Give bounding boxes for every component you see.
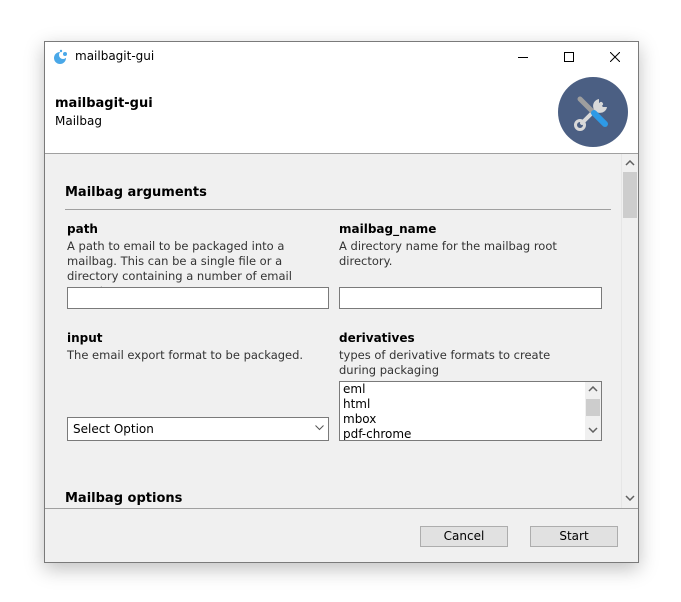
tools-icon [558,77,628,147]
minimize-icon [518,57,528,58]
form-scroll-area[interactable]: Mailbag arguments path A path to email t… [45,154,638,509]
minimize-button[interactable] [500,42,546,72]
chevron-down-icon[interactable] [588,427,598,433]
chevron-down-icon[interactable] [625,495,635,501]
mailbag-name-label: mailbag_name [339,222,437,236]
input-format-select[interactable]: Select Option [67,417,329,441]
input-label: input [67,331,103,345]
window-title: mailbagit-gui [75,49,155,63]
derivatives-listbox[interactable]: eml html mbox pdf-chrome [339,381,602,441]
derivatives-description: types of derivative formats to create du… [339,348,551,377]
maximize-button[interactable] [546,42,592,72]
section-title-arguments: Mailbag arguments [65,185,207,200]
form-scroll-thumb[interactable] [623,172,637,218]
title-bar[interactable]: mailbagit-gui [45,42,638,72]
list-item[interactable]: html [340,397,601,412]
header-subtitle: Mailbag [55,114,102,128]
list-item[interactable]: pdf-chrome [340,427,601,440]
header: mailbagit-gui Mailbag [45,72,638,154]
path-label: path [67,222,98,236]
mailbag-name-input[interactable] [339,287,602,309]
input-description: The email export format to be packaged. [67,348,304,362]
chevron-up-icon[interactable] [625,160,635,166]
chevron-up-icon[interactable] [588,386,598,392]
section-title-options: Mailbag options [65,491,183,506]
footer: Cancel Start [45,509,638,562]
list-item[interactable]: mbox [340,412,601,427]
close-icon [610,52,620,62]
input-select-value: Select Option [73,422,154,436]
mailbag-name-description: A directory name for the mailbag root di… [339,239,557,268]
maximize-icon [564,52,574,62]
form-scrollbar[interactable] [621,154,638,508]
close-button[interactable] [592,42,638,72]
listbox-scrollbar[interactable] [585,382,601,440]
section-divider [65,209,611,210]
list-item[interactable]: eml [340,382,601,397]
start-button[interactable]: Start [530,526,618,547]
header-title: mailbagit-gui [55,96,153,111]
app-window: mailbagit-gui mailbagit-gui Mailbag Mail… [44,41,639,563]
listbox-scroll-thumb[interactable] [586,399,600,416]
path-input[interactable] [67,287,329,309]
app-icon [53,49,69,65]
chevron-down-icon [315,425,324,431]
cancel-button[interactable]: Cancel [420,526,508,547]
derivatives-label: derivatives [339,331,415,345]
